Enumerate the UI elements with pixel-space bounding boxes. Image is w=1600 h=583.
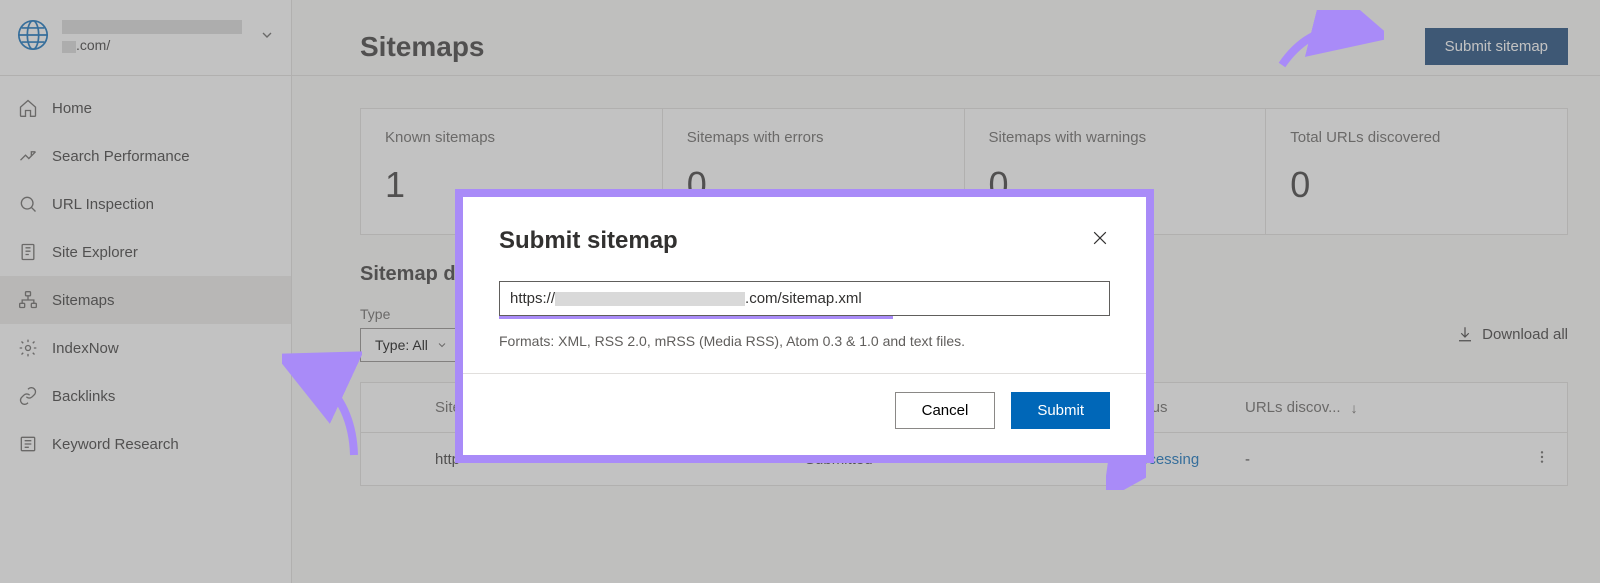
close-button[interactable] [1090, 228, 1110, 254]
submit-button[interactable]: Submit [1011, 392, 1110, 429]
submit-sitemap-dialog: Submit sitemap https://.com/sitemap.xml … [455, 189, 1154, 463]
formats-help-text: Formats: XML, RSS 2.0, mRSS (Media RSS),… [499, 333, 1110, 349]
close-icon [1090, 228, 1110, 248]
sitemap-url-input[interactable]: https://.com/sitemap.xml [499, 281, 1110, 316]
cancel-button[interactable]: Cancel [895, 392, 996, 429]
dialog-title: Submit sitemap [499, 227, 678, 255]
